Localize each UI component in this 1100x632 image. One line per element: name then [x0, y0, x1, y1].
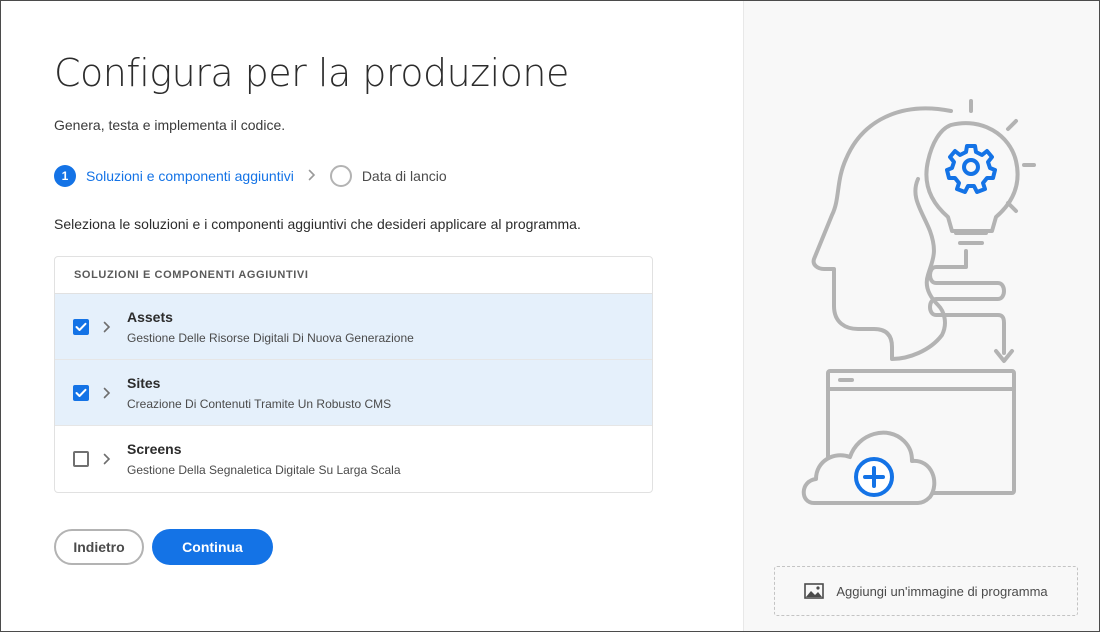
chevron-right-icon[interactable]	[99, 387, 115, 399]
chevron-right-icon[interactable]	[99, 453, 115, 465]
chevron-right-icon	[308, 168, 316, 184]
row-description: Gestione Della Segnaletica Digitale Su L…	[127, 463, 401, 477]
checkbox-assets[interactable]	[73, 318, 89, 335]
checkbox-sites[interactable]	[73, 384, 89, 401]
light-ray	[1006, 201, 1018, 213]
add-circle-icon	[854, 457, 894, 497]
page-title: Configura per la produzione	[54, 51, 569, 95]
checkmark-icon	[75, 322, 87, 331]
table-row-screens[interactable]: Screens Gestione Della Segnaletica Digit…	[55, 426, 652, 492]
checkbox-screens[interactable]	[73, 451, 89, 467]
gear-icon	[945, 144, 997, 194]
table-row-sites[interactable]: Sites Creazione Di Contenuti Tramite Un …	[55, 360, 652, 426]
solutions-table: SOLUZIONI E COMPONENTI AGGIUNTIVI Assets…	[54, 256, 653, 493]
step-label-launch-date: Data di lancio	[361, 168, 447, 184]
row-text: Assets Gestione Delle Risorse Digitali D…	[127, 309, 414, 345]
step-solutions[interactable]: 1 Soluzioni e componenti aggiuntivi	[54, 165, 294, 187]
light-ray	[1006, 119, 1018, 131]
row-title: Screens	[127, 441, 182, 457]
stepper: 1 Soluzioni e componenti aggiuntivi Data…	[54, 164, 447, 188]
checkmark-icon	[75, 388, 87, 397]
instructions-text: Seleziona le soluzioni e i componenti ag…	[54, 216, 581, 232]
page-subtitle: Genera, testa e implementa il codice.	[54, 117, 286, 133]
step-number-badge: 1	[54, 165, 76, 187]
step-label-solutions: Soluzioni e componenti aggiuntivi	[86, 168, 294, 184]
main-panel: Configura per la produzione Genera, test…	[1, 1, 743, 631]
add-program-image-button[interactable]: Aggiungi un'immagine di programma	[774, 566, 1078, 616]
step-circle-empty	[329, 165, 352, 187]
image-icon	[804, 583, 825, 599]
head-lightbulb-illustration	[801, 99, 1036, 505]
back-button[interactable]: Indietro	[54, 529, 144, 565]
continue-button[interactable]: Continua	[152, 529, 273, 565]
app-window: Configura per la produzione Genera, test…	[0, 0, 1100, 632]
table-header: SOLUZIONI E COMPONENTI AGGIUNTIVI	[55, 257, 652, 294]
step-launch-date[interactable]: Data di lancio	[329, 165, 447, 187]
table-row-assets[interactable]: Assets Gestione Delle Risorse Digitali D…	[55, 294, 652, 360]
row-text: Screens Gestione Della Segnaletica Digit…	[127, 441, 401, 477]
row-text: Sites Creazione Di Contenuti Tramite Un …	[127, 375, 391, 411]
row-title: Assets	[127, 308, 173, 325]
row-description: Gestione Delle Risorse Digitali Di Nuova…	[127, 330, 414, 345]
row-description: Creazione Di Contenuti Tramite Un Robust…	[127, 396, 392, 411]
row-title: Sites	[127, 374, 161, 391]
side-panel: Aggiungi un'immagine di programma	[743, 1, 1099, 631]
chevron-right-icon[interactable]	[99, 321, 115, 333]
add-image-label: Aggiungi un'immagine di programma	[836, 583, 1048, 599]
lightbulb-outline	[924, 121, 1020, 233]
